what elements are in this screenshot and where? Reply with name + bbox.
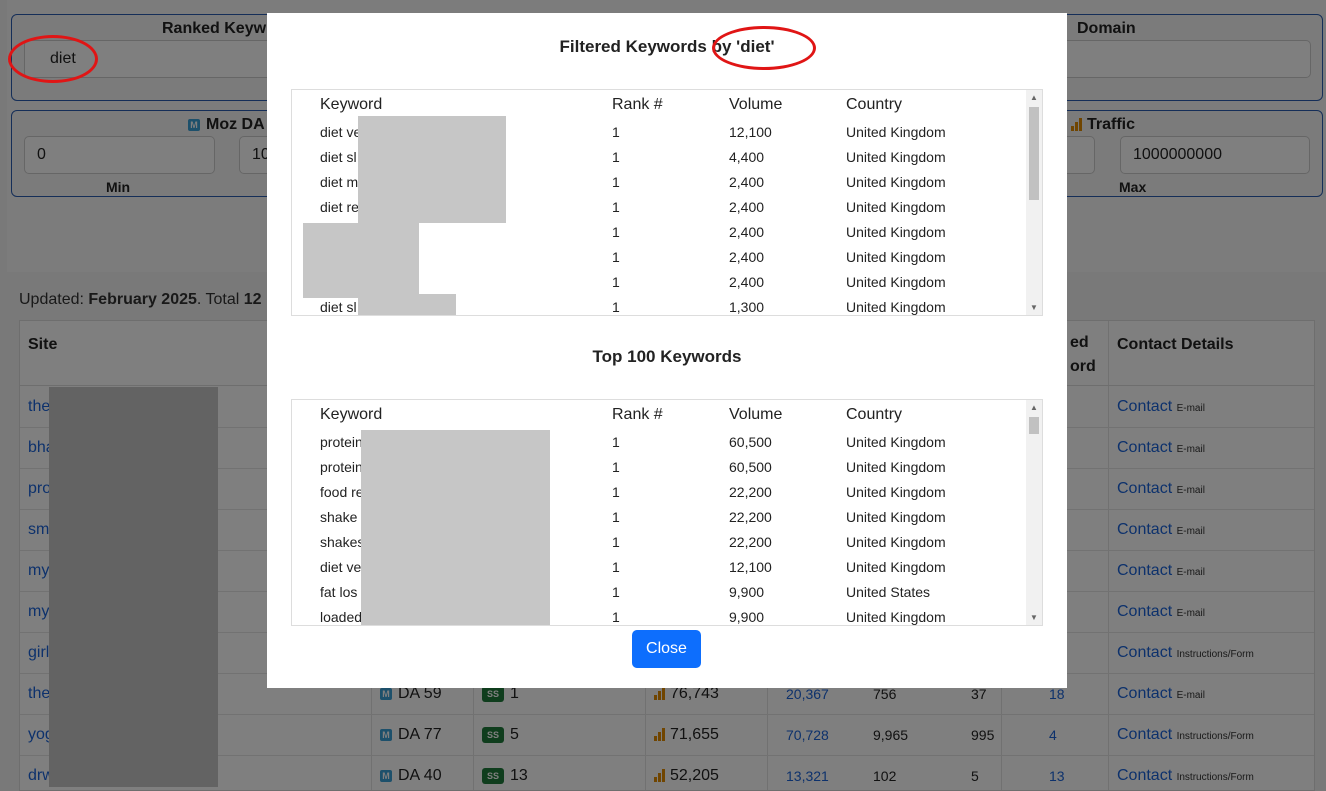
- rank-cell: 1: [612, 149, 620, 165]
- country-cell: United Kingdom: [846, 559, 946, 575]
- volume-cell: 2,400: [729, 224, 765, 240]
- redacted-keywords: [358, 116, 506, 223]
- rank-cell: 1: [612, 299, 620, 315]
- col-country: Country: [846, 406, 903, 423]
- scroll-down-icon[interactable]: ▼: [1030, 613, 1038, 622]
- keyword-cell: diet ve: [320, 559, 362, 575]
- country-cell: United Kingdom: [846, 149, 946, 165]
- volume-cell: 4,400: [729, 149, 765, 165]
- country-cell: United Kingdom: [846, 434, 946, 450]
- rank-cell: 1: [612, 609, 620, 625]
- country-cell: United Kingdom: [846, 609, 946, 625]
- volume-cell: 12,100: [729, 124, 772, 140]
- rank-cell: 1: [612, 224, 620, 240]
- redacted-keywords: [361, 430, 550, 625]
- keyword-cell: food re: [320, 484, 364, 500]
- volume-cell: 1,300: [729, 299, 765, 315]
- top100-scrollbar[interactable]: ▲ ▼: [1026, 400, 1042, 625]
- country-cell: United Kingdom: [846, 534, 946, 550]
- keyword-cell: diet re: [320, 199, 359, 215]
- country-cell: United Kingdom: [846, 299, 946, 315]
- country-cell: United Kingdom: [846, 174, 946, 190]
- volume-cell: 2,400: [729, 174, 765, 190]
- volume-cell: 60,500: [729, 434, 772, 450]
- close-button[interactable]: Close: [632, 630, 701, 668]
- country-cell: United Kingdom: [846, 459, 946, 475]
- scroll-down-icon[interactable]: ▼: [1030, 303, 1038, 312]
- rank-cell: 1: [612, 199, 620, 215]
- top100-keywords-table[interactable]: Keyword Rank # Volume Country protein 1 60…: [291, 399, 1043, 626]
- country-cell: United Kingdom: [846, 224, 946, 240]
- scroll-up-icon[interactable]: ▲: [1030, 403, 1038, 412]
- filtered-scrollbar[interactable]: ▲ ▼: [1026, 90, 1042, 315]
- annotation-circle-title: [712, 26, 816, 70]
- keyword-cell: diet ve: [320, 124, 362, 140]
- keyword-cell: shake: [320, 509, 358, 525]
- col-rank: Rank #: [612, 406, 663, 423]
- volume-cell: 2,400: [729, 274, 765, 290]
- col-volume: Volume: [729, 96, 783, 113]
- volume-cell: 22,200: [729, 534, 772, 550]
- rank-cell: 1: [612, 434, 620, 450]
- keyword-cell: protein: [320, 459, 363, 475]
- country-cell: United Kingdom: [846, 484, 946, 500]
- country-cell: United Kingdom: [846, 199, 946, 215]
- country-cell: United States: [846, 584, 931, 600]
- keyword-cell: diet sl: [320, 149, 357, 165]
- filtered-keywords-table[interactable]: Keyword Rank # Volume Country diet ve 1 12…: [291, 89, 1043, 316]
- filtered-keywords-title: Filtered Keywords by 'diet': [559, 37, 775, 56]
- rank-cell: 1: [612, 124, 620, 140]
- rank-cell: 1: [612, 509, 620, 525]
- redacted-keywords: [358, 294, 456, 315]
- annotation-circle-keyword: [8, 35, 98, 83]
- volume-cell: 60,500: [729, 459, 772, 475]
- rank-cell: 1: [612, 249, 620, 265]
- col-keyword: Keyword: [320, 96, 383, 113]
- country-cell: United Kingdom: [846, 274, 946, 290]
- rank-cell: 1: [612, 534, 620, 550]
- volume-cell: 9,900: [729, 584, 765, 600]
- volume-cell: 2,400: [729, 199, 765, 215]
- keyword-cell: fat los: [320, 584, 358, 600]
- rank-cell: 1: [612, 274, 620, 290]
- country-cell: United Kingdom: [846, 124, 946, 140]
- volume-cell: 22,200: [729, 509, 772, 525]
- keyword-cell: shakes: [320, 534, 365, 550]
- keyword-cell: diet sl: [320, 299, 357, 315]
- volume-cell: 12,100: [729, 559, 772, 575]
- rank-cell: 1: [612, 484, 620, 500]
- col-keyword: Keyword: [320, 406, 383, 423]
- redacted-keywords: [303, 223, 419, 298]
- col-rank: Rank #: [612, 96, 663, 113]
- rank-cell: 1: [612, 559, 620, 575]
- country-cell: United Kingdom: [846, 249, 946, 265]
- keywords-modal: Filtered Keywords by 'diet' Keyword Rank…: [267, 13, 1067, 688]
- country-cell: United Kingdom: [846, 509, 946, 525]
- rank-cell: 1: [612, 584, 620, 600]
- scroll-thumb[interactable]: [1029, 107, 1039, 200]
- rank-cell: 1: [612, 174, 620, 190]
- keyword-cell: diet m: [320, 174, 359, 190]
- scroll-up-icon[interactable]: ▲: [1030, 93, 1038, 102]
- col-volume: Volume: [729, 406, 783, 423]
- scroll-thumb[interactable]: [1029, 417, 1039, 434]
- keyword-cell: loaded: [320, 609, 363, 625]
- rank-cell: 1: [612, 459, 620, 475]
- volume-cell: 2,400: [729, 249, 765, 265]
- keyword-cell: protein: [320, 434, 363, 450]
- top100-title: Top 100 Keywords: [592, 347, 742, 366]
- col-country: Country: [846, 96, 903, 113]
- volume-cell: 9,900: [729, 609, 765, 625]
- volume-cell: 22,200: [729, 484, 772, 500]
